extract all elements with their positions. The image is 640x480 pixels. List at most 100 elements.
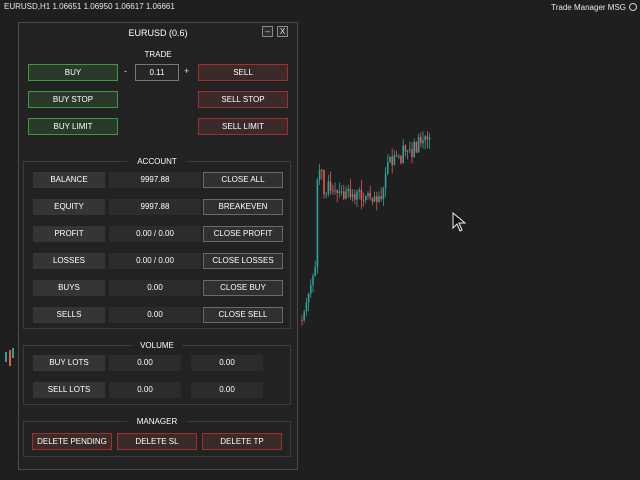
candle-body	[343, 191, 345, 199]
candle-body	[424, 136, 426, 141]
account-row-buys: BUYS 0.00 CLOSE BUY	[33, 280, 285, 296]
candle-body	[413, 141, 415, 158]
candle-body	[393, 155, 396, 165]
candle-body	[422, 140, 424, 144]
close-sell-button[interactable]: CLOSE SELL	[203, 307, 283, 323]
volume-row-buy-lots: BUY LOTS 0.00 0.00	[33, 355, 285, 371]
close-profit-button[interactable]: CLOSE PROFIT	[203, 226, 283, 242]
account-section-title: ACCOUNT	[127, 157, 187, 166]
candle-body	[347, 188, 349, 192]
candle-body	[380, 196, 382, 200]
account-row-losses: LOSSES 0.00 / 0.00 CLOSE LOSSES	[33, 253, 285, 269]
losses-label: LOSSES	[33, 253, 105, 269]
volume-section-title: VOLUME	[132, 341, 182, 350]
candle-body	[316, 179, 319, 268]
candle-body	[409, 149, 411, 151]
delete-pending-button[interactable]: DELETE PENDING	[32, 433, 112, 450]
breakeven-button[interactable]: BREAKEVEN	[203, 199, 283, 215]
volume-row-sell-lots: SELL LOTS 0.00 0.00	[33, 382, 285, 398]
buys-value: 0.00	[109, 280, 201, 296]
profit-value: 0.00 / 0.00	[109, 226, 201, 242]
account-row-equity: EQUITY 9997.88 BREAKEVEN	[33, 199, 285, 215]
trade-manager-icon[interactable]	[629, 3, 637, 11]
manager-section-title: MANAGER	[127, 417, 187, 426]
candle-body	[312, 276, 314, 285]
profit-label: PROFIT	[33, 226, 105, 242]
candle-body	[334, 190, 336, 192]
candle-body	[371, 197, 374, 202]
candle-body	[340, 191, 343, 193]
trade-manager-panel[interactable]: EURUSD (0.6) – X TRADE BUY - 0.11 + SELL…	[18, 22, 298, 470]
sells-value: 0.00	[109, 307, 201, 323]
candle-body	[391, 156, 393, 165]
candle-body	[404, 145, 407, 152]
sells-label: SELLS	[33, 307, 105, 323]
candle-body	[314, 267, 316, 276]
panel-titlebar[interactable]: EURUSD (0.6) – X	[19, 23, 297, 43]
candle-body	[323, 170, 325, 195]
close-buy-button[interactable]: CLOSE BUY	[203, 280, 283, 296]
minimize-icon[interactable]: –	[262, 26, 273, 37]
equity-value: 9997.88	[109, 199, 201, 215]
candle-body	[376, 196, 378, 202]
buy-stop-button[interactable]: BUY STOP	[28, 91, 118, 108]
candle-body	[360, 189, 363, 201]
lot-size-input[interactable]: 0.11	[135, 64, 179, 81]
candle-body	[420, 136, 422, 144]
candle-body	[400, 156, 402, 164]
candle-body	[358, 189, 360, 192]
buys-label: BUYS	[33, 280, 105, 296]
sell-stop-button[interactable]: SELL STOP	[198, 91, 288, 108]
symbol-ohlc: EURUSD,H1 1.06651 1.06950 1.06617 1.0666…	[4, 2, 175, 11]
candle-body	[395, 155, 398, 157]
panel-title: EURUSD (0.6)	[128, 28, 188, 38]
trade-manager-label: Trade Manager MSG	[551, 3, 626, 12]
losses-value: 0.00 / 0.00	[109, 253, 201, 269]
candle-body	[327, 181, 330, 194]
candle-body	[356, 191, 358, 200]
candle-body	[415, 141, 418, 153]
candle-body	[310, 284, 312, 294]
equity-label: EQUITY	[33, 199, 105, 215]
candle-body	[318, 169, 321, 180]
candle-body	[325, 193, 327, 195]
candle-body	[389, 156, 391, 163]
balance-value: 9997.88	[109, 172, 201, 188]
lot-decrease-button[interactable]: -	[124, 66, 127, 76]
lot-increase-button[interactable]: +	[184, 66, 189, 76]
candle-body	[329, 181, 332, 191]
sell-limit-button[interactable]: SELL LIMIT	[198, 118, 288, 135]
buy-lots-value-1: 0.00	[109, 355, 181, 371]
candle-body	[354, 194, 356, 200]
sell-button[interactable]: SELL	[198, 64, 288, 81]
account-row-profit: PROFIT 0.00 / 0.00 CLOSE PROFIT	[33, 226, 285, 242]
sell-lots-label: SELL LOTS	[33, 382, 105, 398]
buy-button[interactable]: BUY	[28, 64, 118, 81]
balance-label: BALANCE	[33, 172, 105, 188]
mouse-cursor-icon	[452, 212, 467, 232]
candle-body	[428, 137, 431, 140]
delete-sl-button[interactable]: DELETE SL	[117, 433, 197, 450]
close-all-button[interactable]: CLOSE ALL	[203, 172, 283, 188]
candle-body	[382, 188, 385, 200]
candle-body	[384, 173, 387, 189]
account-row-sells: SELLS 0.00 CLOSE SELL	[33, 307, 285, 323]
candle-body	[373, 196, 376, 202]
candle-body	[362, 200, 365, 202]
close-icon[interactable]: X	[277, 26, 288, 37]
candle-body	[301, 320, 303, 321]
candle-body	[338, 191, 341, 193]
delete-tp-button[interactable]: DELETE TP	[202, 433, 282, 450]
candle-body	[336, 190, 338, 193]
buy-limit-button[interactable]: BUY LIMIT	[28, 118, 118, 135]
candle-body	[367, 193, 369, 196]
sell-lots-value-1: 0.00	[109, 382, 181, 398]
candle-body	[378, 196, 380, 202]
candle-body	[349, 188, 352, 198]
trade-section-title: TRADE	[144, 50, 172, 59]
sell-lots-value-2: 0.00	[191, 382, 263, 398]
candle-body	[365, 195, 367, 201]
candle-body	[402, 145, 404, 164]
close-losses-button[interactable]: CLOSE LOSSES	[203, 253, 283, 269]
candle-body	[406, 150, 409, 152]
